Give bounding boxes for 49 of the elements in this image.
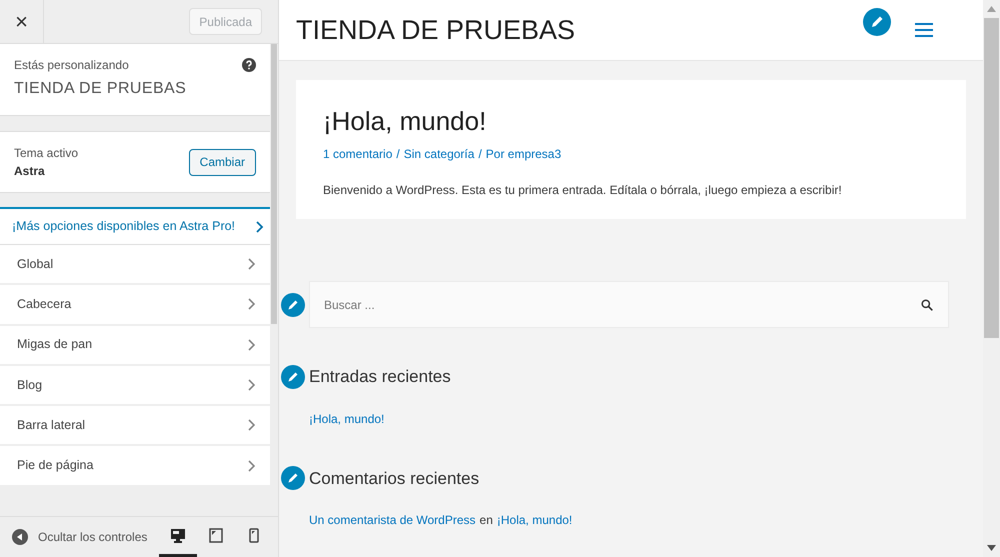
edit-pencil-icon[interactable]	[281, 292, 305, 316]
chevron-right-icon	[248, 419, 256, 432]
post-meta-link[interactable]: Por empresa3	[486, 145, 562, 163]
theme-label: Tema activo	[14, 145, 78, 162]
desktop-icon	[170, 528, 186, 542]
comment-post-link[interactable]: ¡Hola, mundo!	[496, 511, 572, 529]
recent-post-link[interactable]: ¡Hola, mundo!	[309, 410, 949, 428]
mobile-icon	[249, 528, 260, 542]
menu-icon[interactable]	[915, 23, 933, 37]
hide-controls-button[interactable]: Ocultar los controles	[0, 528, 148, 546]
sidebar-item[interactable]: Global	[0, 245, 270, 286]
theme-name: Astra	[14, 163, 46, 180]
pro-options-link[interactable]: ¡Más opciones disponibles en Astra Pro!	[0, 207, 270, 245]
meta-separator: /	[396, 146, 400, 163]
widget-title: Entradas recientes	[309, 366, 451, 388]
comment-author-link[interactable]: Un comentarista de WordPress	[309, 511, 476, 529]
post-meta-link[interactable]: Sin categoría	[404, 145, 474, 163]
chevron-right-icon	[256, 220, 264, 232]
tablet-icon	[209, 528, 224, 542]
collapse-icon	[12, 529, 28, 545]
chevron-right-icon	[248, 460, 256, 472]
chevron-right-icon	[248, 258, 256, 270]
search-icon[interactable]	[921, 298, 933, 310]
customizing-label: Estás personalizando	[14, 57, 129, 74]
comment-connector: en	[480, 512, 493, 529]
post-excerpt: Bienvenido a WordPress. Esta es tu primera entrada. Edítala o bórrala, ¡luego empieza a escribir!	[323, 182, 843, 199]
sidebar-item[interactable]: Cabecera	[0, 285, 270, 326]
scrollbar-thumb[interactable]	[271, 44, 278, 324]
edit-pencil-icon[interactable]	[863, 8, 891, 36]
meta-separator: /	[478, 146, 482, 163]
scrollbar-thumb[interactable]	[984, 18, 999, 338]
edit-pencil-icon[interactable]	[281, 364, 305, 389]
sidebar-item[interactable]: Migas de pan	[0, 326, 270, 366]
chevron-right-icon	[248, 379, 256, 392]
change-theme-button[interactable]: Cambiar	[188, 148, 256, 176]
sidebar-item[interactable]: Blog	[0, 366, 270, 406]
sidebar-item[interactable]: Pie de página	[0, 446, 270, 487]
help-icon[interactable]	[242, 58, 256, 72]
search-field[interactable]: Buscar ...	[309, 281, 949, 328]
scroll-down-icon[interactable]	[987, 545, 996, 551]
edit-pencil-icon[interactable]	[281, 466, 305, 490]
chevron-right-icon	[248, 298, 256, 310]
promo-text: ¡Más opciones disponibles en Astra Pro!	[12, 218, 236, 236]
site-title: TIENDA DE PRUEBAS	[14, 79, 188, 99]
sidebar-item[interactable]: Barra lateral	[0, 406, 270, 446]
widget-title: Comentarios recientes	[309, 468, 480, 490]
chevron-right-icon	[248, 338, 256, 351]
post-meta-link[interactable]: 1 comentario	[323, 145, 392, 163]
post-title[interactable]: ¡Hola, mundo!	[323, 102, 939, 141]
